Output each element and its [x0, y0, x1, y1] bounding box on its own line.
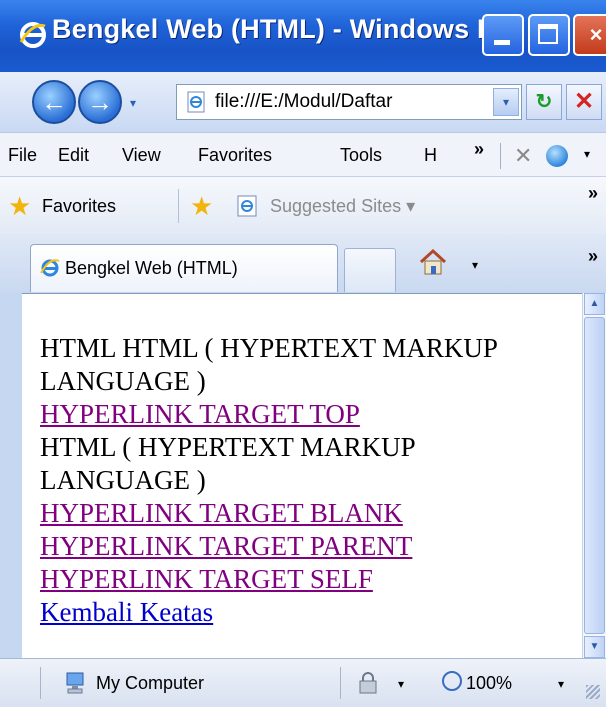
content-line: HYPERLINK TARGET SELF [40, 563, 570, 596]
back-arrow-icon: ← [41, 87, 67, 117]
menu-tools[interactable]: Tools [340, 145, 382, 166]
favorites-button[interactable]: Favorites [42, 196, 116, 217]
stop-icon: ✕ [573, 88, 595, 115]
page-icon [187, 91, 205, 113]
menu-favorites[interactable]: Favorites [198, 145, 272, 166]
zoom-dropdown-icon[interactable]: ▾ [558, 677, 564, 691]
back-button[interactable]: ← [32, 80, 76, 124]
content-line: HYPERLINK TARGET PARENT [40, 530, 570, 563]
tab-overflow-icon[interactable]: » [588, 246, 598, 267]
content-line: HTML HTML ( HYPERTEXT MARKUP LANGUAGE ) [40, 332, 570, 398]
suggested-sites-button[interactable]: Suggested Sites ▾ [270, 196, 415, 217]
menu-view[interactable]: View [122, 145, 161, 166]
forward-button[interactable]: → [78, 80, 122, 124]
favorites-star-icon[interactable]: ★ [8, 193, 31, 219]
page-content: HTML HTML ( HYPERTEXT MARKUP LANGUAGE ) H… [22, 293, 582, 659]
protected-mode-dropdown-icon[interactable]: ▾ [398, 677, 404, 691]
content-line: HYPERLINK TARGET TOP [40, 398, 570, 431]
menu-divider [500, 143, 501, 169]
content-body: HTML HTML ( HYPERTEXT MARKUP LANGUAGE ) H… [40, 332, 570, 629]
maximize-button[interactable] [528, 14, 570, 56]
hyperlink[interactable]: HYPERLINK TARGET TOP [40, 399, 360, 429]
favorites-bar: ★ Favorites ★ Suggested Sites ▾ » [0, 176, 606, 235]
title-bar[interactable]: Bengkel Web (HTML) - Windows I... × [0, 0, 606, 72]
home-dropdown-icon[interactable]: ▾ [472, 258, 478, 272]
status-divider [40, 667, 41, 699]
status-bar: My Computer ▾ 100% ▾ [0, 658, 606, 707]
tab-label: Bengkel Web (HTML) [65, 258, 238, 278]
globe-icon[interactable] [546, 145, 568, 167]
favorites-divider [178, 189, 179, 223]
address-input[interactable]: file:///E:/Modul/Daftar [215, 91, 392, 113]
back-to-top-link[interactable]: Kembali Keatas [40, 597, 213, 627]
new-tab-button[interactable] [344, 248, 396, 292]
menu-edit[interactable]: Edit [58, 145, 89, 166]
favorites-overflow-icon[interactable]: » [588, 183, 598, 204]
status-divider [340, 667, 341, 699]
close-icon: × [589, 22, 603, 47]
ie-icon [19, 22, 46, 48]
protected-mode-icon[interactable] [356, 671, 380, 695]
forward-arrow-icon: → [87, 87, 113, 117]
resize-grip-icon[interactable] [586, 685, 600, 699]
hyperlink[interactable]: HYPERLINK TARGET BLANK [40, 498, 403, 528]
address-toolbar: ← → ▾ file:///E:/Modul/Daftar ▾ ↻ ✕ [0, 72, 606, 132]
refresh-button[interactable]: ↻ [526, 84, 562, 120]
recent-pages-dropdown[interactable]: ▾ [130, 96, 136, 110]
zoom-icon[interactable] [442, 671, 462, 691]
menu-help[interactable]: H [424, 145, 437, 166]
content-line: HTML ( HYPERTEXT MARKUP LANGUAGE ) [40, 431, 570, 497]
content-text: HTML HTML ( HYPERTEXT MARKUP LANGUAGE ) [40, 333, 497, 396]
menu-file[interactable]: File [8, 145, 37, 166]
hyperlink[interactable]: HYPERLINK TARGET SELF [40, 564, 373, 594]
hyperlink[interactable]: HYPERLINK TARGET PARENT [40, 531, 412, 561]
scroll-thumb[interactable] [584, 317, 605, 634]
address-bar[interactable]: file:///E:/Modul/Daftar ▾ [176, 84, 522, 120]
ie-page-icon [237, 195, 257, 217]
stop-button[interactable]: ✕ [566, 84, 602, 120]
scroll-down-icon[interactable]: ▼ [584, 636, 605, 658]
content-line: Kembali Keatas [40, 596, 570, 629]
window-title: Bengkel Web (HTML) - Windows I... [52, 14, 508, 44]
minimize-icon [494, 40, 510, 45]
tab-bengkel-web[interactable]: Bengkel Web (HTML) [30, 244, 338, 292]
close-button[interactable]: × [573, 14, 606, 56]
zoom-level[interactable]: 100% [466, 673, 512, 694]
home-icon[interactable] [418, 248, 448, 276]
vertical-scrollbar[interactable]: ▲ ▼ [582, 293, 606, 658]
menu-bar: File Edit View Favorites Tools H » ✕ ▾ [0, 132, 606, 177]
globe-dropdown-icon[interactable]: ▾ [584, 147, 590, 161]
ie-tab-icon [40, 259, 60, 277]
address-dropdown-icon[interactable]: ▾ [493, 88, 519, 116]
content-text: HTML ( HYPERTEXT MARKUP LANGUAGE ) [40, 432, 415, 495]
browser-window: Bengkel Web (HTML) - Windows I... × ← → … [0, 0, 606, 707]
scroll-up-icon[interactable]: ▲ [584, 293, 605, 315]
minimize-button[interactable] [482, 14, 524, 56]
my-computer-icon [66, 672, 84, 694]
refresh-icon: ↻ [535, 91, 553, 113]
menu-overflow-icon[interactable]: » [474, 139, 484, 160]
tab-bar: Bengkel Web (HTML) ▾ » [0, 234, 606, 292]
content-line: HYPERLINK TARGET BLANK [40, 497, 570, 530]
add-favorite-icon[interactable]: ★ [190, 193, 213, 219]
close-x-icon[interactable]: ✕ [514, 143, 532, 169]
maximize-icon [538, 24, 558, 44]
security-zone: My Computer [96, 673, 205, 693]
